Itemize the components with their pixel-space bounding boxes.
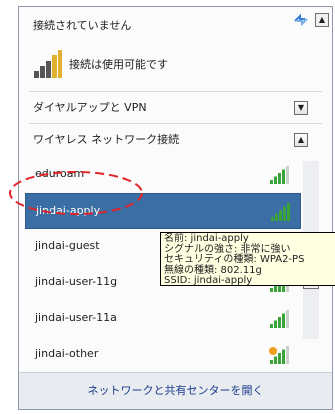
security-shield-icon (269, 347, 277, 355)
available-text: 接続は使用可能です (69, 58, 168, 71)
refresh-button[interactable] (290, 13, 312, 33)
network-name: jindai-other (35, 347, 99, 360)
signal-strength-icon (269, 346, 289, 364)
network-list-item[interactable]: eduroam (25, 157, 301, 193)
flyout-scroll-up-button[interactable]: ▲ (315, 13, 329, 27)
network-name: eduroam (35, 167, 85, 180)
dialup-expand-button[interactable]: ▼ (294, 101, 308, 115)
network-name: jindai-apply (36, 204, 101, 217)
network-list-item[interactable]: jindai-other (25, 337, 301, 373)
tooltip-security-type: セキュリティの種類: WPA2-PS (164, 254, 305, 265)
signal-strength-icon (270, 166, 289, 184)
status-title: 接続されていません (33, 19, 132, 32)
network-flyout: 接続されていません ▲ 接続は使用可能です ダイヤルアップと VPN ▼ ワイヤ… (18, 6, 333, 410)
wireless-collapse-button[interactable]: ▲ (294, 133, 308, 147)
network-tooltip: 名前: jindai-apply シグナルの強さ: 非常に強い セキュリティの種… (160, 232, 335, 286)
tooltip-ssid: SSID: jindai-apply (164, 275, 253, 286)
network-list-item[interactable]: jindai-apply (25, 193, 301, 229)
signal-strength-icon (271, 203, 290, 221)
refresh-icon (294, 13, 308, 27)
dialup-section-header[interactable]: ダイヤルアップと VPN (33, 99, 147, 117)
network-name: jindai-user-11g (35, 275, 118, 288)
signal-strength-icon (270, 310, 289, 328)
open-network-center-link[interactable]: ネットワークと共有センターを開く (19, 372, 332, 409)
wireless-section-header[interactable]: ワイヤレス ネットワーク接続 (33, 131, 179, 149)
network-name: jindai-user-11a (35, 311, 117, 324)
signal-bars-available-icon (34, 50, 62, 78)
separator (29, 123, 322, 124)
connection-available-row: 接続は使用可能です (33, 47, 168, 81)
network-name: jindai-guest (35, 239, 100, 252)
network-list-item[interactable]: jindai-user-11a (25, 301, 301, 337)
tooltip-name: 名前: jindai-apply (164, 233, 249, 244)
separator (29, 91, 322, 92)
